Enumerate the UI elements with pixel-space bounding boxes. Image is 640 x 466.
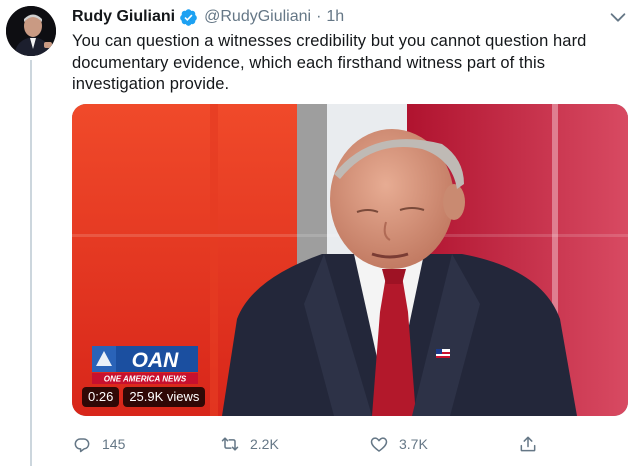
reply-count: 145 (102, 436, 126, 452)
reply-icon (74, 438, 90, 453)
share-icon (520, 436, 536, 452)
tweet-text: You can question a witnesses credibility… (72, 32, 587, 93)
chevron-down-icon[interactable] (607, 6, 629, 28)
separator-dot: · (316, 8, 322, 25)
reply-button[interactable]: 145 (72, 432, 125, 456)
tweet-actions: 145 2.2K 3.7K (72, 432, 628, 456)
oan-logo-text: OAN (132, 349, 180, 372)
video-player[interactable]: OAN ONE AMERICA NEWS 0:26 25.9K views (72, 104, 628, 416)
video-duration: 0:26 (82, 387, 120, 407)
retweet-count: 2.2K (250, 436, 279, 452)
oan-logo-subtext: ONE AMERICA NEWS (104, 375, 187, 384)
video-badges: 0:26 25.9K views (82, 387, 206, 407)
like-count: 3.7K (399, 436, 428, 452)
share-button[interactable] (518, 432, 548, 456)
thread-line (30, 60, 32, 466)
video-views: 25.9K views (123, 387, 206, 407)
retweet-icon (221, 437, 239, 451)
verified-badge-icon (180, 8, 197, 26)
avatar[interactable] (6, 6, 56, 56)
display-name[interactable]: Rudy Giuliani (72, 8, 175, 26)
handle[interactable]: @RudyGiuliani (204, 8, 311, 26)
retweet-button[interactable]: 2.2K (220, 432, 279, 456)
timestamp[interactable]: 1h (326, 8, 344, 26)
like-icon (370, 437, 388, 452)
like-button[interactable]: 3.7K (369, 432, 428, 456)
tweet-header: Rudy Giuliani @RudyGiuliani · 1h (72, 7, 344, 27)
oan-logo: OAN ONE AMERICA NEWS (92, 346, 198, 384)
